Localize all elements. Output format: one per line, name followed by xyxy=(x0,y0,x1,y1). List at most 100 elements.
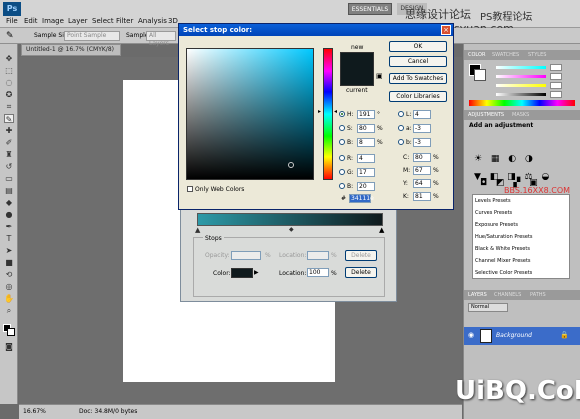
lab-l-radio[interactable] xyxy=(398,111,404,117)
quick-mask-icon[interactable]: ◙ xyxy=(4,342,14,351)
blur-tool-icon[interactable]: ◆ xyxy=(4,198,14,207)
preset-curves[interactable]: Curves Presets xyxy=(475,210,512,216)
brightness-field[interactable]: 8 xyxy=(357,138,375,147)
stamp-tool-icon[interactable]: ♜ xyxy=(4,150,14,159)
only-web-colors-checkbox[interactable] xyxy=(187,186,193,192)
panel-y-field[interactable] xyxy=(550,82,562,89)
blue-radio[interactable] xyxy=(339,183,345,189)
green-radio[interactable] xyxy=(339,169,345,175)
healing-tool-icon[interactable]: ✚ xyxy=(4,126,14,135)
background-color-swatch[interactable] xyxy=(7,328,15,336)
gradient-tool-icon[interactable]: ▤ xyxy=(4,186,14,195)
color-menu-arrow-icon[interactable]: ▶ xyxy=(254,269,259,276)
menu-edit[interactable]: Edit xyxy=(24,17,38,25)
stop-color-swatch[interactable] xyxy=(231,268,253,278)
panel-k-field[interactable] xyxy=(550,91,562,98)
opacity-field[interactable] xyxy=(231,251,261,260)
essentials-button[interactable]: ESSENTIALS xyxy=(348,3,392,15)
yellow-slider[interactable] xyxy=(496,84,546,87)
panel-m-field[interactable] xyxy=(550,73,562,80)
hue-slider-right-arrow-icon[interactable]: ◂ xyxy=(334,108,337,115)
adjustment-icons-row-1[interactable]: ☀ ▦ ◐ ◑ xyxy=(474,154,536,164)
layer-background-row[interactable]: ◉ Background 🔒 xyxy=(464,327,580,345)
eyedropper-tool-icon[interactable]: ✎ xyxy=(4,114,14,124)
lab-b-radio[interactable] xyxy=(398,139,404,145)
zoom-level[interactable]: 16.67% xyxy=(23,408,46,415)
preset-selective-color[interactable]: Selective Color Presets xyxy=(475,270,532,276)
hand-tool-icon[interactable]: ✋ xyxy=(4,294,14,303)
color-field[interactable] xyxy=(186,48,314,180)
current-color-swatch[interactable] xyxy=(341,69,373,85)
blue-field[interactable]: 20 xyxy=(357,182,375,191)
magenta-slider[interactable] xyxy=(496,75,546,78)
hue-field[interactable]: 191 xyxy=(357,110,375,119)
ok-button[interactable]: OK xyxy=(389,41,447,52)
tab-masks[interactable]: MASKS xyxy=(512,110,529,120)
3d-orbit-tool-icon[interactable]: ◎ xyxy=(4,282,14,291)
hex-field[interactable]: 34111e xyxy=(349,194,374,203)
hue-slider-left-arrow-icon[interactable]: ▸ xyxy=(318,108,321,115)
move-tool-icon[interactable]: ✥ xyxy=(4,54,14,63)
opacity-delete-button[interactable]: Delete xyxy=(345,250,377,261)
tab-color[interactable]: COLOR xyxy=(468,50,485,60)
saturation-radio[interactable] xyxy=(339,125,345,131)
lab-b-field[interactable]: -3 xyxy=(413,138,431,147)
tab-styles[interactable]: STYLES xyxy=(528,50,546,60)
history-brush-tool-icon[interactable]: ↺ xyxy=(4,162,14,171)
menu-filter[interactable]: Filter xyxy=(116,17,133,25)
red-radio[interactable] xyxy=(339,155,345,161)
marquee-tool-icon[interactable]: ⬚ xyxy=(4,66,14,75)
cyan-field[interactable]: 80 xyxy=(413,153,431,162)
menu-select[interactable]: Select xyxy=(92,17,114,25)
tab-paths[interactable]: PATHS xyxy=(530,290,546,300)
saturation-field[interactable]: 80 xyxy=(357,124,375,133)
hue-slider[interactable] xyxy=(323,48,333,180)
black-field[interactable]: 81 xyxy=(413,192,431,201)
black-slider[interactable] xyxy=(496,93,546,96)
menu-file[interactable]: File xyxy=(6,17,18,25)
preset-black-white[interactable]: Black & White Presets xyxy=(475,246,530,252)
shape-tool-icon[interactable]: ■ xyxy=(4,258,14,267)
zoom-tool-icon[interactable]: ⌕ xyxy=(4,306,14,315)
cancel-button[interactable]: Cancel xyxy=(389,56,447,67)
opacity-location-field[interactable] xyxy=(307,251,329,260)
3d-rotate-tool-icon[interactable]: ⟲ xyxy=(4,270,14,279)
blend-mode-select[interactable]: Normal xyxy=(468,303,508,312)
visibility-eye-icon[interactable]: ◉ xyxy=(468,331,474,339)
close-icon[interactable]: × xyxy=(441,25,451,35)
color-ramp[interactable] xyxy=(469,100,575,106)
gradient-preview-bar[interactable] xyxy=(197,213,383,226)
tab-layers[interactable]: LAYERS xyxy=(468,290,487,300)
color-delete-button[interactable]: Delete xyxy=(345,267,377,278)
menu-layer[interactable]: Layer xyxy=(68,17,88,25)
quick-select-tool-icon[interactable]: ✪ xyxy=(4,90,14,99)
cyan-slider[interactable] xyxy=(496,66,546,69)
color-stop-right-icon[interactable]: ▲ xyxy=(379,226,384,234)
green-field[interactable]: 17 xyxy=(357,168,375,177)
dodge-tool-icon[interactable]: ● xyxy=(4,210,14,219)
eraser-tool-icon[interactable]: ▭ xyxy=(4,174,14,183)
tab-adjustments[interactable]: ADJUSTMENTS xyxy=(468,110,504,120)
pen-tool-icon[interactable]: ✒ xyxy=(4,222,14,231)
sample-select[interactable]: All Layers xyxy=(146,31,176,47)
add-to-swatches-button[interactable]: Add To Swatches xyxy=(389,73,447,84)
lasso-tool-icon[interactable]: ◌ xyxy=(4,78,14,87)
lab-a-radio[interactable] xyxy=(398,125,404,131)
tab-channels[interactable]: CHANNELS xyxy=(494,290,521,300)
color-libraries-button[interactable]: Color Libraries xyxy=(389,91,447,102)
preset-channel-mixer[interactable]: Channel Mixer Presets xyxy=(475,258,531,264)
preset-hue-saturation[interactable]: Hue/Saturation Presets xyxy=(475,234,533,240)
path-select-tool-icon[interactable]: ➤ xyxy=(4,246,14,255)
menu-image[interactable]: Image xyxy=(42,17,64,25)
lab-l-field[interactable]: 4 xyxy=(413,110,431,119)
type-tool-icon[interactable]: T xyxy=(4,234,14,243)
brightness-radio[interactable] xyxy=(339,139,345,145)
panel-background-swatch[interactable] xyxy=(474,69,486,81)
red-field[interactable]: 4 xyxy=(357,154,375,163)
menu-3d[interactable]: 3D xyxy=(168,17,178,25)
color-location-field[interactable]: 100 xyxy=(307,268,329,277)
color-stop-left-icon[interactable]: ▲ xyxy=(195,226,200,234)
panel-c-field[interactable] xyxy=(550,64,562,71)
magenta-field[interactable]: 67 xyxy=(413,166,431,175)
document-tab[interactable]: Untitled-1 @ 16.7% (CMYK/8) xyxy=(21,44,121,56)
